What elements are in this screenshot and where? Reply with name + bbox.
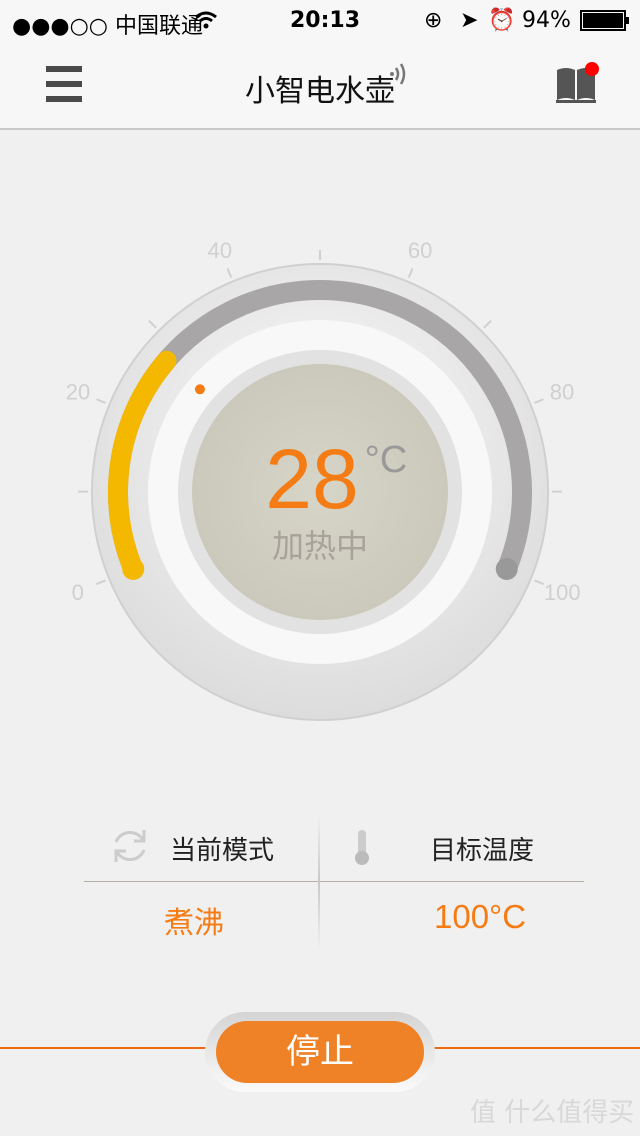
battery-icon (580, 10, 629, 31)
scale-tick (407, 268, 414, 279)
scale-tick (96, 398, 107, 404)
temperature-dial[interactable]: 0 20 40 60 80 100 28 °C 加热中 (0, 200, 640, 760)
book-icon[interactable] (554, 60, 600, 106)
heating-state: 加热中 (272, 527, 368, 565)
start-knob (122, 557, 145, 580)
end-knob (495, 557, 518, 580)
watermark: 值 什么值得买 (470, 1098, 635, 1128)
scale-tick (483, 320, 492, 329)
mode-label: 当前模式 (170, 836, 275, 866)
target-label: 目标温度 (430, 836, 535, 866)
scale-tick (534, 579, 545, 586)
current-temperature: 28 (265, 432, 358, 526)
carrier: ●●●○○ 中国联通 (12, 14, 203, 39)
divider-left (0, 1047, 210, 1049)
page-title: 小智电水壶 (245, 74, 395, 109)
scale-tick (226, 268, 233, 279)
nav-bar: 小智电水壶 (0, 42, 640, 130)
status-bar: ●●●○○ 中国联通 ︎ 20:13 ⊕ ➤ ⏰ 94% (0, 0, 640, 42)
notification-dot (585, 62, 599, 76)
stop-button[interactable]: 停止 (216, 1021, 424, 1083)
scale-tick (95, 579, 106, 586)
alarm-icon: ⏰ (488, 8, 516, 33)
battery-percent: 94% (522, 8, 571, 33)
scale-label: 100 (544, 580, 581, 605)
signal-waves-icon (390, 63, 406, 85)
scale-label: 60 (408, 238, 432, 263)
divider-right (434, 1047, 640, 1049)
scale-tick (148, 320, 157, 329)
wifi-icon (195, 11, 217, 29)
scale-label: 40 (208, 238, 232, 263)
thermometer-icon (355, 830, 369, 865)
scale-label: 80 (550, 379, 574, 404)
info-panel: 当前模式 目标温度 煮沸 100°C (84, 800, 584, 950)
scale-label: 20 (66, 379, 90, 404)
rotation-lock-icon: ⊕ (424, 8, 443, 33)
clock: 20:13 (290, 8, 361, 33)
refresh-icon (114, 830, 146, 862)
target-value[interactable]: 100°C (434, 898, 526, 936)
unit: °C (365, 439, 408, 481)
scale-tick (533, 398, 544, 404)
scale-label: 0 (72, 580, 84, 605)
pointer-dot (194, 384, 205, 395)
location-icon: ➤ (460, 8, 479, 33)
stop-button-frame: 停止 (205, 1012, 435, 1092)
mode-value[interactable]: 煮沸 (164, 898, 224, 942)
